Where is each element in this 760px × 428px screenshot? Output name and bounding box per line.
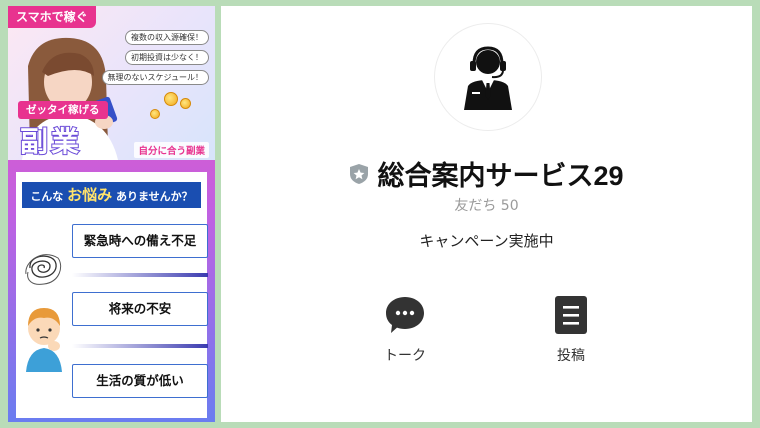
heading-prefix: こんな xyxy=(30,190,64,203)
heading-highlight: お悩み xyxy=(67,186,113,204)
worried-person-illustration xyxy=(26,308,62,372)
coin-icon xyxy=(150,109,160,119)
post-list-icon xyxy=(555,296,587,334)
avatar[interactable] xyxy=(434,23,542,131)
profile-card: 総合案内サービス29 友だち 50 キャンペーン実施中 トーク 投稿 xyxy=(221,6,752,422)
worries-heading: こんな お悩み ありませんか？ xyxy=(22,182,201,208)
account-name: 総合案内サービス29 xyxy=(377,161,624,191)
ad-caption: 自分に合う副業 xyxy=(134,142,209,158)
operator-headset-icon xyxy=(464,46,512,110)
worry-item: 生活の質が低い xyxy=(72,364,208,398)
worry-scribble-icon xyxy=(25,254,62,285)
worry-item: 将来の不安 xyxy=(72,292,208,326)
ad-headline: 副業 xyxy=(19,124,83,159)
worry-item: 緊急時への備え不足 xyxy=(72,224,208,258)
verified-shield-icon xyxy=(350,163,369,184)
talk-label: トーク xyxy=(384,348,426,364)
posts-label: 投稿 xyxy=(557,348,585,364)
status-message: キャンペーン実施中 xyxy=(419,232,554,250)
ad-tag: スマホで稼ぐ xyxy=(8,6,96,28)
benefit-bubble: 初期投資は少なく！ xyxy=(125,50,209,65)
coin-icon xyxy=(180,98,191,109)
divider xyxy=(72,273,208,277)
worries-panel: こんな お悩み ありませんか？ 緊急時への備え不足 将来の不安 生活の質が低い xyxy=(16,172,208,418)
ad-pill: ゼッタイ稼げる xyxy=(18,101,108,119)
side-job-ad-banner[interactable]: スマホで稼ぐ 複数の収入源確保！ 初期投資は少なく！ 無理のないスケジュール！ … xyxy=(8,6,215,422)
ad-top-section: スマホで稼ぐ 複数の収入源確保！ 初期投資は少なく！ 無理のないスケジュール！ … xyxy=(8,6,215,160)
friend-count[interactable]: 友だち 50 xyxy=(221,195,752,215)
benefit-bubble: 複数の収入源確保！ xyxy=(125,30,209,45)
chat-bubble-icon xyxy=(386,297,424,333)
talk-button[interactable]: トーク xyxy=(365,295,445,365)
posts-button[interactable]: 投稿 xyxy=(531,295,611,365)
account-title-row: 総合案内サービス29 xyxy=(221,154,752,193)
coin-icon xyxy=(164,92,178,106)
benefit-bubble: 無理のないスケジュール！ xyxy=(101,70,209,85)
divider xyxy=(72,344,208,348)
heading-suffix: ありませんか？ xyxy=(116,190,193,203)
